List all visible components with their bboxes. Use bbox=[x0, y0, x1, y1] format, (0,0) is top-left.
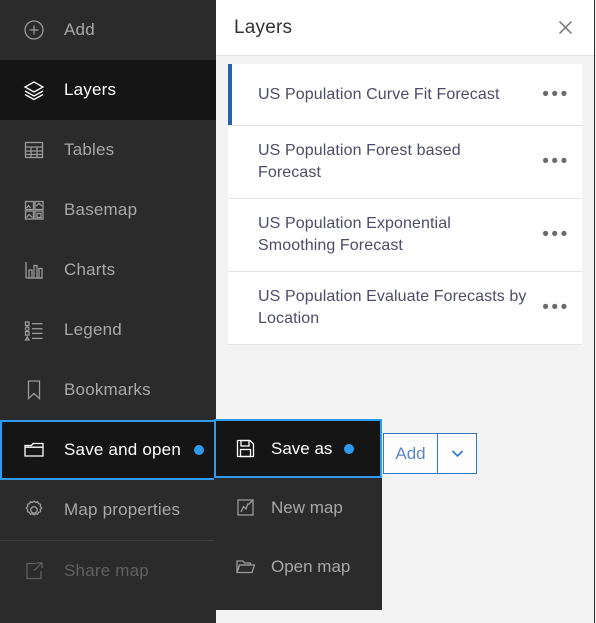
status-badge bbox=[193, 445, 204, 455]
page-title: Layers bbox=[234, 16, 293, 38]
sidebar-item-share-map[interactable]: Share map bbox=[0, 541, 216, 601]
floppy-disk-icon bbox=[234, 438, 256, 460]
sidebar-item-add[interactable]: Add bbox=[0, 0, 216, 60]
sidebar-item-label: Basemap bbox=[64, 200, 138, 219]
layers-icon bbox=[21, 77, 47, 103]
plus-circle-icon bbox=[21, 17, 47, 43]
gear-icon bbox=[21, 497, 47, 523]
panel-header: Layers bbox=[216, 0, 594, 56]
bookmark-icon bbox=[21, 377, 47, 403]
table-row[interactable]: US Population Forest based Forecast ••• bbox=[228, 126, 582, 199]
sidebar-item-basemap[interactable]: Basemap bbox=[0, 180, 216, 240]
open-folder-icon bbox=[234, 556, 256, 578]
table-row[interactable]: US Population Exponential Smoothing Fore… bbox=[228, 199, 582, 272]
sidebar-item-tables[interactable]: Tables bbox=[0, 120, 216, 180]
status-badge bbox=[344, 443, 355, 454]
layer-name: US Population Evaluate Forecasts by Loca… bbox=[258, 288, 527, 327]
sidebar-item-label: Charts bbox=[64, 260, 116, 279]
folder-icon bbox=[21, 437, 47, 463]
sidebar-item-label: Share map bbox=[64, 561, 149, 580]
table-row[interactable]: US Population Evaluate Forecasts by Loca… bbox=[228, 272, 582, 345]
layer-options-menu-icon[interactable]: ••• bbox=[538, 298, 574, 317]
layer-name: US Population Curve Fit Forecast bbox=[258, 85, 500, 103]
sidebar-item-label: Legend bbox=[64, 320, 122, 339]
close-icon[interactable] bbox=[553, 16, 577, 40]
sidebar-item-save-and-open[interactable]: Save and open bbox=[0, 420, 216, 480]
sidebar-item-label: Map properties bbox=[64, 500, 181, 519]
basemap-icon bbox=[21, 197, 47, 223]
sidebar-item-map-properties[interactable]: Map properties bbox=[0, 480, 216, 540]
sidebar-item-label: Layers bbox=[64, 80, 117, 99]
menu-item-open-map[interactable]: Open map bbox=[214, 537, 382, 596]
sidebar-item-label: Save and open bbox=[64, 440, 181, 459]
charts-icon bbox=[21, 257, 47, 283]
sidebar-item-layers[interactable]: Layers bbox=[0, 60, 216, 120]
add-button[interactable]: Add bbox=[384, 434, 437, 473]
table-icon bbox=[21, 137, 47, 163]
layer-options-menu-icon[interactable]: ••• bbox=[538, 85, 574, 104]
sidebar-item-legend[interactable]: Legend bbox=[0, 300, 216, 360]
sidebar-item-label: Bookmarks bbox=[64, 380, 151, 399]
menu-item-label: Open map bbox=[271, 556, 351, 576]
table-row[interactable]: US Population Curve Fit Forecast ••• bbox=[228, 64, 582, 126]
layer-list: US Population Curve Fit Forecast ••• US … bbox=[216, 56, 594, 345]
menu-item-new-map[interactable]: New map bbox=[214, 478, 382, 537]
add-split-button: Add bbox=[383, 433, 477, 474]
save-and-open-dropdown: Save as New map Open map bbox=[214, 419, 382, 610]
share-icon bbox=[21, 558, 47, 584]
sidebar-item-charts[interactable]: Charts bbox=[0, 240, 216, 300]
left-sidebar: Add Layers Tables Basemap Charts Legend … bbox=[0, 0, 216, 623]
layer-options-menu-icon[interactable]: ••• bbox=[538, 225, 574, 244]
legend-icon bbox=[21, 317, 47, 343]
application-window: Add Layers Tables Basemap Charts Legend … bbox=[0, 0, 596, 623]
layer-name: US Population Forest based Forecast bbox=[258, 142, 461, 181]
menu-item-label: New map bbox=[271, 497, 343, 517]
layer-name: US Population Exponential Smoothing Fore… bbox=[258, 215, 451, 254]
sidebar-item-label: Add bbox=[64, 20, 95, 39]
layer-options-menu-icon[interactable]: ••• bbox=[538, 152, 574, 171]
new-map-icon bbox=[234, 497, 256, 519]
menu-item-label: Save as bbox=[271, 438, 333, 458]
menu-item-save-as[interactable]: Save as bbox=[214, 419, 382, 478]
sidebar-item-label: Tables bbox=[64, 140, 115, 159]
chevron-down-icon[interactable] bbox=[438, 434, 476, 473]
sidebar-item-bookmarks[interactable]: Bookmarks bbox=[0, 360, 216, 420]
